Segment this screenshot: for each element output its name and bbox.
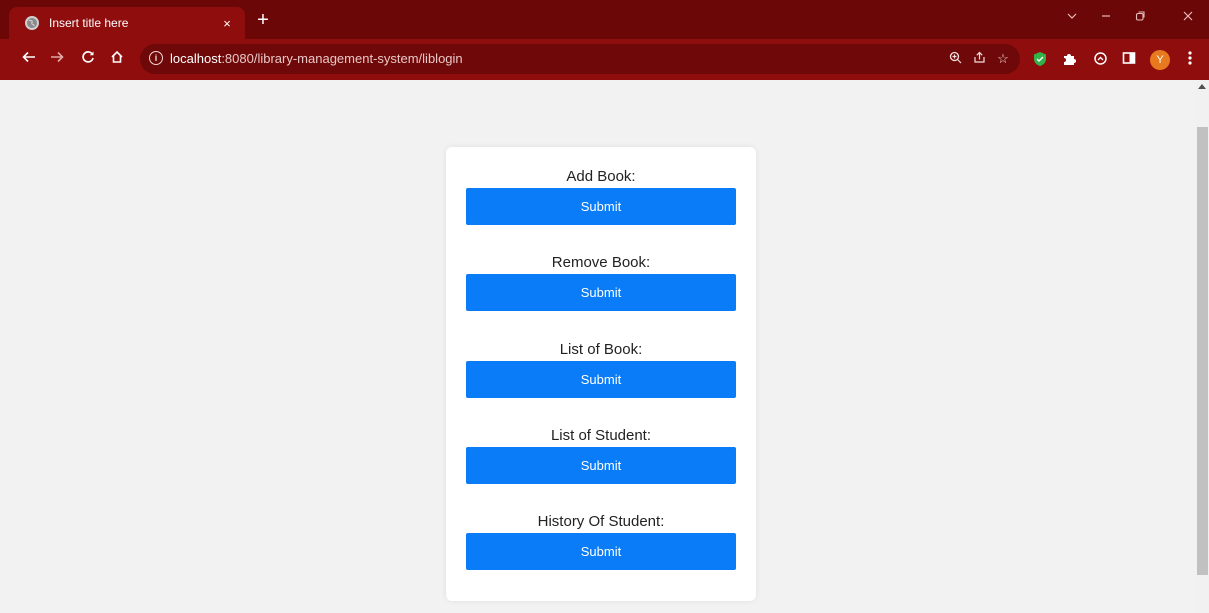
chevron-down-icon[interactable] [1060,8,1084,28]
browser-toolbar: i localhost:8080/library-management-syst… [0,39,1209,80]
history-of-student-label: History Of Student: [537,513,665,530]
history-of-student-submit-button[interactable]: Submit [466,533,736,570]
share-icon[interactable] [970,51,988,67]
url-path: :8080/library-management-system/liblogin [221,51,463,66]
history-of-student-section: History Of Student: Submit [466,513,736,570]
remove-book-label: Remove Book: [551,254,651,271]
list-of-book-submit-button[interactable]: Submit [466,361,736,398]
page-viewport: Add Book: Submit Remove Book: Submit Lis… [0,80,1196,613]
list-of-student-section: List of Student: Submit [466,427,736,484]
remove-book-section: Remove Book: Submit [466,254,736,311]
url-host: localhost [170,51,222,66]
list-of-book-label: List of Book: [559,341,643,358]
bookmark-star-icon[interactable]: ☆ [994,51,1012,67]
browser-tab[interactable]: Insert title here × [9,7,245,39]
tab-title: Insert title here [49,16,129,30]
kebab-menu-icon[interactable] [1181,51,1199,69]
home-icon[interactable] [106,49,128,71]
minimize-icon[interactable] [1094,8,1118,28]
url-text[interactable]: localhost:8080/library-management-system… [170,51,463,66]
add-book-submit-button[interactable]: Submit [466,188,736,225]
library-actions-card: Add Book: Submit Remove Book: Submit Lis… [446,147,756,601]
list-of-student-submit-button[interactable]: Submit [466,447,736,484]
forward-arrow-icon[interactable] [46,49,68,71]
globe-icon [25,16,39,30]
list-of-book-section: List of Book: Submit [466,341,736,398]
restore-icon[interactable] [1128,8,1152,28]
new-tab-button[interactable]: + [252,9,274,31]
vertical-scrollbar[interactable] [1196,80,1209,613]
scrollbar-thumb[interactable] [1197,127,1208,575]
shield-extension-icon[interactable] [1031,51,1049,69]
profile-avatar[interactable]: Y [1150,50,1170,70]
scroll-up-arrow-icon[interactable] [1198,84,1206,89]
puzzle-icon[interactable] [1060,51,1078,69]
address-bar[interactable]: i localhost:8080/library-management-syst… [140,44,1020,74]
close-window-icon[interactable] [1176,8,1200,28]
add-book-label: Add Book: [566,168,636,185]
tab-strip: Insert title here × + [0,0,1209,39]
zoom-icon[interactable] [946,51,964,67]
sync-icon[interactable] [1091,51,1109,69]
add-book-section: Add Book: Submit [466,168,736,225]
side-panel-icon[interactable] [1120,51,1138,69]
reload-icon[interactable] [77,49,99,71]
tab-close-icon[interactable]: × [219,16,235,31]
remove-book-submit-button[interactable]: Submit [466,274,736,311]
info-icon[interactable]: i [149,51,163,65]
list-of-student-label: List of Student: [550,427,652,444]
back-arrow-icon[interactable] [18,49,40,71]
